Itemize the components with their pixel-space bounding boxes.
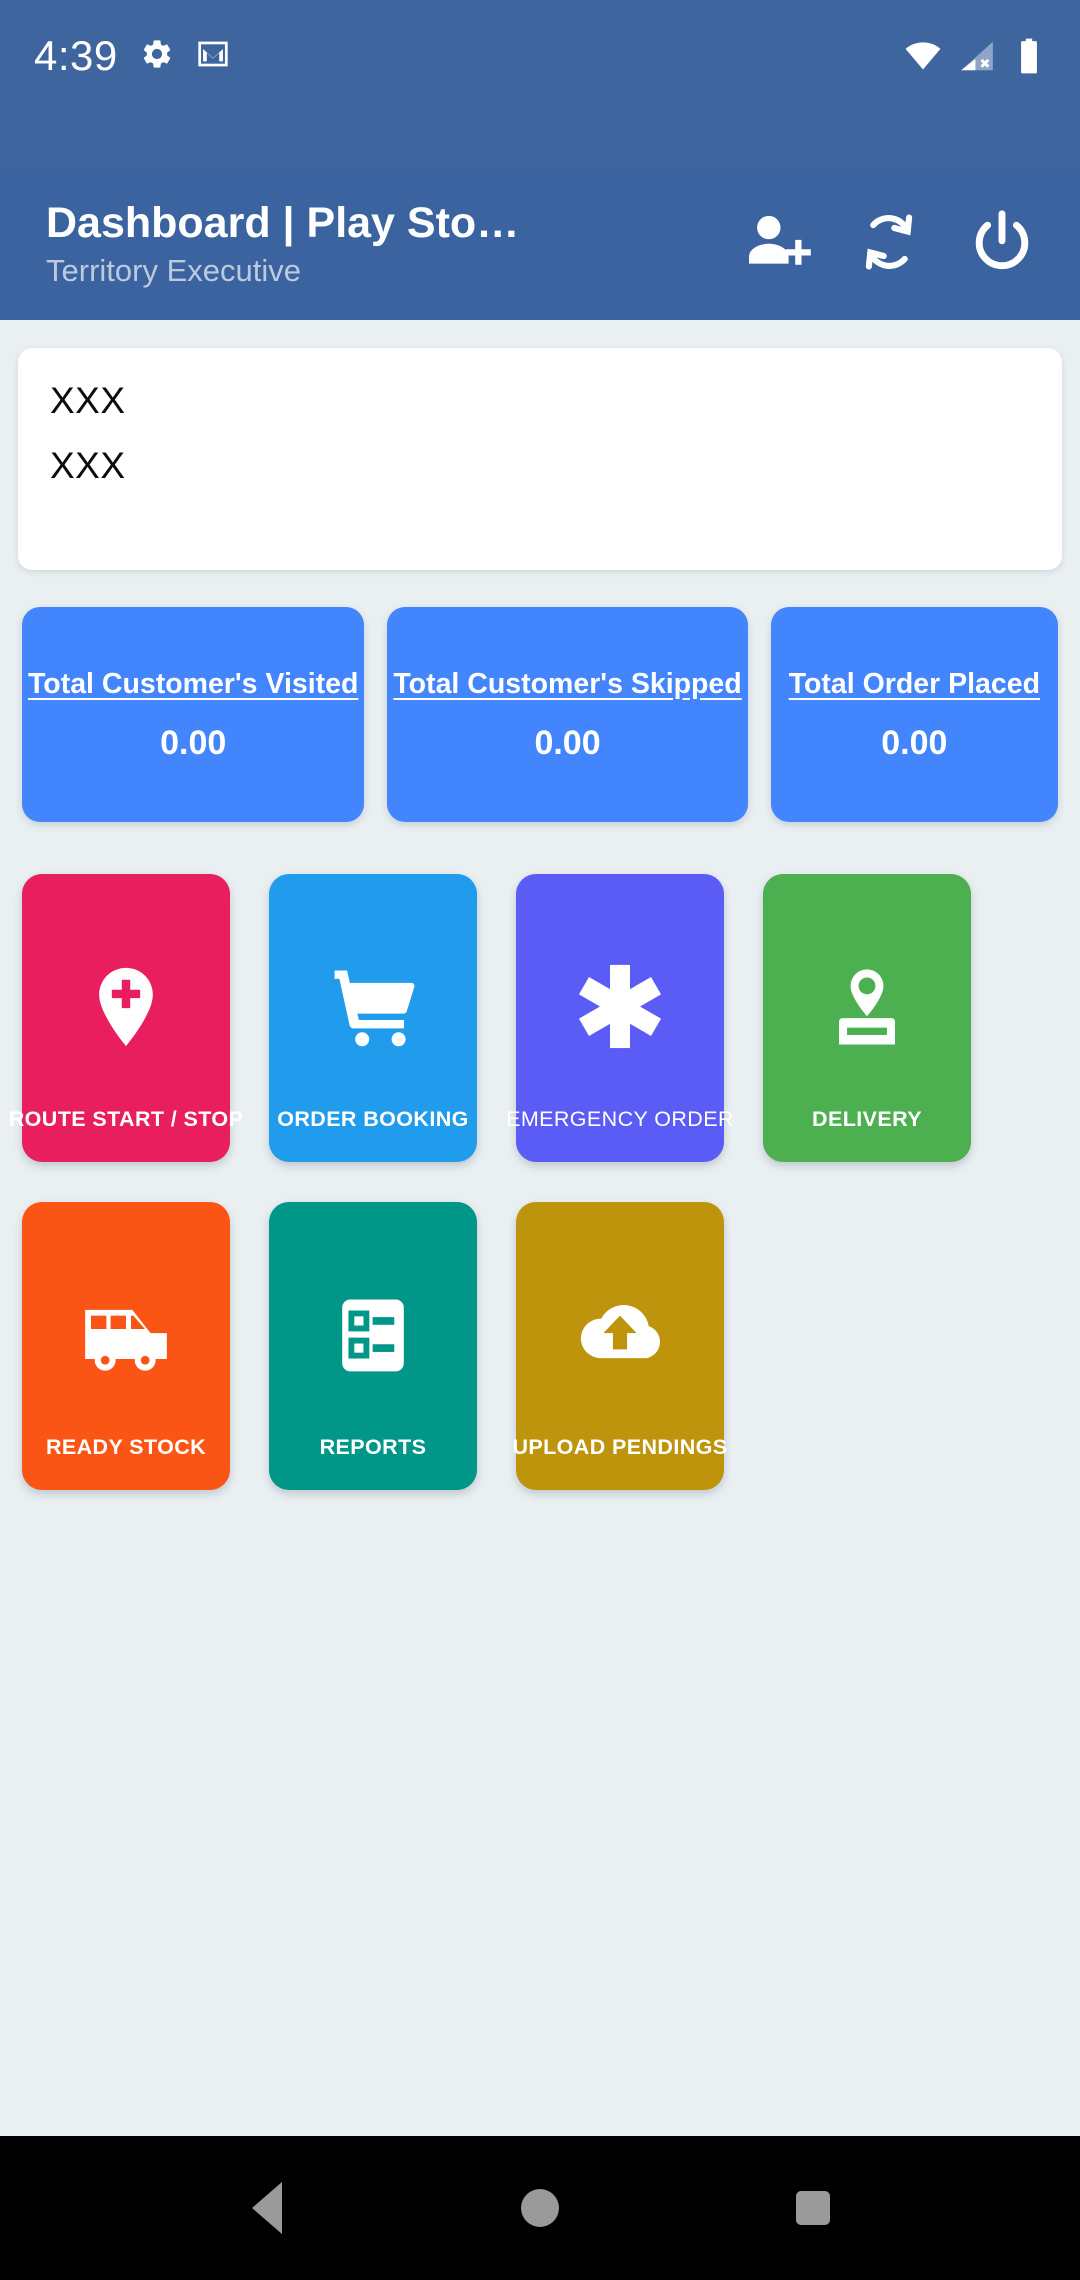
tile-label: REPORTS — [319, 1435, 427, 1460]
stat-value: 0.00 — [534, 723, 601, 762]
tile-label: READY STOCK — [45, 1435, 207, 1460]
page-title: Dashboard | Play Sto… — [46, 198, 520, 247]
tile-delivery[interactable]: DELIVERY — [763, 874, 971, 1162]
page-subtitle: Territory Executive — [46, 253, 301, 289]
app-bar: Dashboard | Play Sto… Territory Executiv… — [0, 168, 1080, 320]
home-circle-icon[interactable] — [480, 2148, 600, 2268]
sync-icon[interactable] — [854, 207, 924, 282]
menu-tiles-grid: ROUTE START / STOP ORDER BOOKING EMERGEN… — [9, 874, 1058, 1490]
gear-icon — [140, 37, 174, 76]
info-card: XXX XXX — [18, 348, 1062, 570]
status-time: 4:39 — [34, 32, 118, 79]
power-icon[interactable] — [966, 206, 1038, 283]
stats-row: Total Customer's Visited 0.00 Total Cust… — [22, 607, 1058, 822]
info-card-line-2: XXX — [50, 445, 126, 486]
tile-order-booking[interactable]: ORDER BOOKING — [269, 874, 477, 1162]
cellular-no-signal-icon — [958, 37, 996, 80]
tile-ready-stock[interactable]: READY STOCK — [22, 1202, 230, 1490]
tile-label: EMERGENCY ORDER — [506, 1107, 734, 1132]
battery-icon — [1012, 37, 1046, 80]
asterisk-icon — [572, 958, 668, 1054]
phone-screen: 4:39 Dashboard | Play Sto… Territory Exe… — [0, 0, 1080, 2280]
gmail-icon — [196, 37, 230, 76]
map-pin-plus-icon — [80, 961, 172, 1053]
van-icon — [76, 1284, 176, 1384]
tile-label: ORDER BOOKING — [277, 1107, 469, 1132]
recents-square-icon[interactable] — [753, 2148, 873, 2268]
tile-label: DELIVERY — [812, 1107, 922, 1132]
cloud-upload-icon — [570, 1284, 670, 1384]
tile-emergency-order[interactable]: EMERGENCY ORDER — [506, 874, 734, 1162]
stat-card-customers-skipped[interactable]: Total Customer's Skipped 0.00 — [387, 607, 748, 822]
back-triangle-icon[interactable] — [207, 2148, 327, 2268]
tile-label: ROUTE START / STOP — [8, 1107, 244, 1132]
wifi-icon — [904, 37, 942, 80]
android-nav-bar — [0, 2136, 1080, 2280]
stat-value: 0.00 — [160, 723, 227, 762]
stat-card-order-placed[interactable]: Total Order Placed 0.00 — [770, 607, 1058, 822]
add-person-icon[interactable] — [740, 206, 812, 283]
shopping-cart-icon — [325, 958, 421, 1054]
tile-route-start-stop[interactable]: ROUTE START / STOP — [9, 874, 243, 1162]
delivery-pin-icon — [821, 961, 913, 1053]
info-card-line-1: XXX — [50, 380, 126, 421]
stat-title: Total Customer's Skipped — [393, 668, 742, 701]
status-bar: 4:39 — [0, 0, 1080, 168]
stat-title: Total Customer's Visited — [28, 668, 359, 701]
tile-upload-pendings[interactable]: UPLOAD PENDINGS — [512, 1202, 727, 1490]
stat-title: Total Order Placed — [788, 668, 1040, 701]
report-list-icon — [329, 1291, 417, 1379]
tile-label: UPLOAD PENDINGS — [512, 1435, 728, 1460]
status-bar-left: 4:39 — [34, 26, 230, 86]
app-bar-titles: Dashboard | Play Sto… Territory Executiv… — [46, 199, 631, 290]
tile-reports[interactable]: REPORTS — [269, 1202, 477, 1490]
status-bar-right — [904, 26, 1046, 86]
stat-value: 0.00 — [881, 723, 948, 762]
app-bar-actions — [740, 206, 1054, 283]
stat-card-customers-visited[interactable]: Total Customer's Visited 0.00 — [22, 607, 365, 822]
